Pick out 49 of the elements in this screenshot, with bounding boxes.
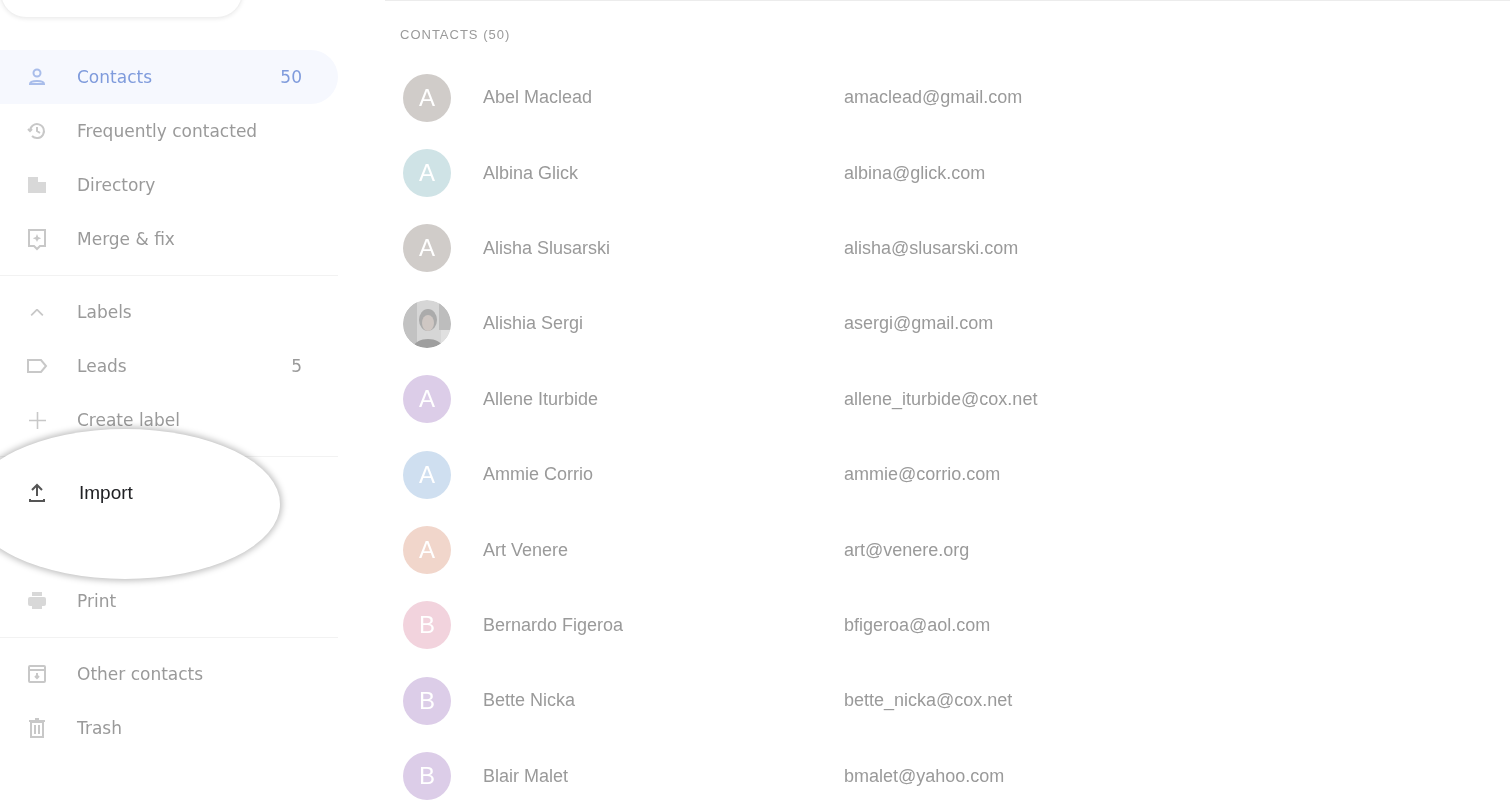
archive-icon <box>25 662 49 686</box>
contact-email: art@venere.org <box>844 539 970 561</box>
contact-email: amaclead@gmail.com <box>844 87 1023 109</box>
item-label: Directory <box>77 175 157 195</box>
item-label: Contacts <box>77 67 153 87</box>
sidebar-item[interactable]: Directory <box>0 158 338 212</box>
plus-icon <box>28 411 46 429</box>
sidebar-item[interactable]: Contacts 50 <box>0 50 338 104</box>
item-label: Frequently contacted <box>77 121 259 141</box>
sidebar-item[interactable]: Merge & fix <box>0 212 338 266</box>
contact-email: albina@glick.com <box>844 162 986 184</box>
contact-name: Blair Malet <box>483 765 570 787</box>
contact-email: asergi@gmail.com <box>844 313 994 335</box>
sidebar-item[interactable]: Frequently contacted <box>0 104 338 158</box>
contact-email: allene_iturbide@cox.net <box>844 388 1038 410</box>
sparkle-icon <box>25 227 49 251</box>
contact-email: bette_nicka@cox.net <box>844 690 1013 712</box>
contact-name: Art Venere <box>483 539 570 561</box>
contact-name: Allene Iturbide <box>483 388 600 410</box>
section-heading: CONTACTS (50) <box>400 27 512 44</box>
item-label: Leads <box>77 356 128 376</box>
contact-email: alisha@slusarski.com <box>844 237 1019 259</box>
caret-icon <box>30 308 44 316</box>
contact-name: Bette Nicka <box>483 690 577 712</box>
item-count: 5 <box>291 356 302 376</box>
contact-email: ammie@corrio.com <box>844 464 1001 486</box>
contact-row[interactable]: Alishia Sergi asergi@gmail.com <box>403 286 1510 362</box>
contact-name: Abel Maclead <box>483 87 594 109</box>
item-count: 50 <box>280 67 302 87</box>
sidebar-item[interactable]: Labels <box>0 285 338 339</box>
item-label: Merge & fix <box>77 229 176 249</box>
sidebar-item[interactable]: Print <box>0 574 338 628</box>
contact-name: Albina Glick <box>483 162 580 184</box>
item-label: Labels <box>77 302 133 322</box>
item-label: Print <box>77 591 118 611</box>
contact-name: Ammie Corrio <box>483 464 594 486</box>
contact-email: bfigeroa@aol.com <box>844 614 991 636</box>
sidebar-item[interactable]: Import <box>0 466 250 520</box>
contact-email: bmalet@yahoo.com <box>844 765 1005 787</box>
item-label: Trash <box>77 718 123 738</box>
sidebar-item[interactable]: Trash <box>0 701 338 755</box>
sidebar-item[interactable]: Other contacts <box>0 647 338 701</box>
sidebar-item[interactable]: Leads 5 <box>0 339 338 393</box>
contact-name: Alisha Slusarski <box>483 237 612 259</box>
item-label: Other contacts <box>77 664 205 684</box>
contact-name: Alishia Sergi <box>483 313 585 335</box>
sidebar-item[interactable]: Create label <box>0 393 338 447</box>
contact-name: Bernardo Figeroa <box>483 614 625 636</box>
item-label: Create label <box>77 410 181 430</box>
